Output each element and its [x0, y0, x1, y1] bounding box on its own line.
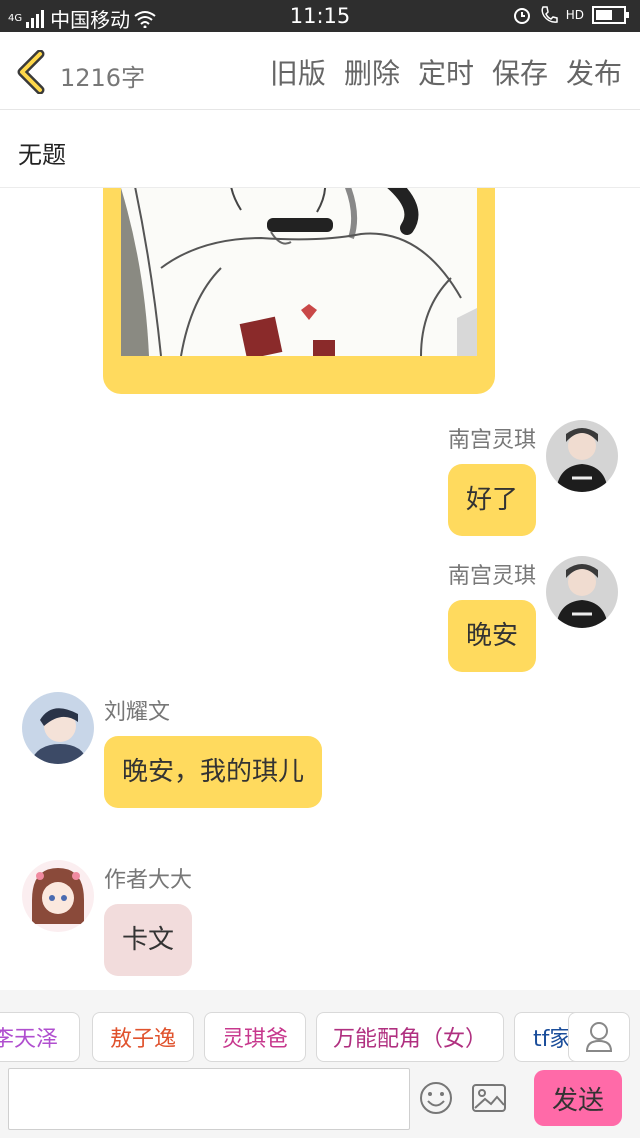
message-bubble[interactable]: 晚安，我的琪儿: [104, 736, 323, 808]
message-left: 作者大大 卡文: [22, 860, 193, 976]
message-bubble[interactable]: 晚安: [447, 600, 536, 672]
role-label: 敖子逸: [109, 1027, 176, 1052]
role-label: 灵琪爸: [221, 1027, 288, 1052]
publish-button[interactable]: 发布: [566, 52, 622, 92]
picture-icon: [472, 1084, 506, 1112]
message-bubble[interactable]: 卡文: [104, 904, 193, 976]
send-button[interactable]: 发送: [534, 1070, 622, 1126]
avatar[interactable]: [546, 420, 618, 492]
role-label: 李天泽: [0, 1027, 58, 1052]
role-label: 万能配角（女）: [332, 1027, 487, 1052]
editor-toolbar: 1216字 旧版 删除 定时 保存 发布: [0, 32, 640, 110]
anime-illustration-image: [121, 188, 477, 356]
sender-name: 刘耀文: [104, 700, 171, 725]
call-icon: [541, 6, 558, 23]
alarm-icon: [513, 8, 530, 24]
compose-bar: 发送: [0, 1066, 640, 1138]
status-bar: 4G 中国移动 11:15 HD: [0, 0, 640, 32]
character-avatar-image: [22, 692, 94, 764]
message-right: 南宫灵琪 晚安: [447, 556, 618, 672]
author-avatar-image: [22, 860, 94, 932]
hd-badge: HD: [565, 8, 584, 22]
character-avatar-image: [546, 420, 618, 492]
word-count: 1216字: [60, 64, 146, 92]
sender-name: 南宫灵琪: [447, 428, 536, 453]
smiley-icon: [420, 1082, 452, 1114]
role-chip[interactable]: 灵琪爸: [204, 1012, 306, 1062]
chat-area[interactable]: 南宫灵琪 好了 南宫灵琪 晚安 刘耀文 晚安，我的琪儿 作者大大 卡文: [0, 188, 640, 990]
message-input[interactable]: [8, 1068, 410, 1130]
toolbar-actions: 旧版 删除 定时 保存 发布: [270, 52, 622, 92]
avatar[interactable]: [22, 692, 94, 764]
add-role-button[interactable]: [568, 1012, 630, 1062]
message-left: 刘耀文 晚安，我的琪儿: [22, 692, 323, 808]
message-right: 南宫灵琪 好了: [447, 420, 618, 536]
sender-name: 南宫灵琪: [447, 564, 536, 589]
image-button[interactable]: [470, 1080, 508, 1116]
status-right: HD: [512, 5, 630, 25]
character-avatar-image: [546, 556, 618, 628]
battery-icon: [592, 6, 629, 24]
image-message[interactable]: [103, 188, 495, 394]
emoji-button[interactable]: [418, 1080, 454, 1116]
back-button[interactable]: [12, 49, 52, 95]
sender-name: 作者大大: [104, 868, 193, 893]
avatar[interactable]: [22, 860, 94, 932]
delete-button[interactable]: 删除: [344, 52, 400, 92]
story-title-field[interactable]: 无题: [0, 110, 640, 188]
old-version-button[interactable]: 旧版: [270, 52, 326, 92]
schedule-button[interactable]: 定时: [418, 52, 474, 92]
role-chip[interactable]: 敖子逸: [92, 1012, 194, 1062]
avatar[interactable]: [546, 556, 618, 628]
role-selector: 李天泽 敖子逸 灵琪爸 万能配角（女） tf家: [0, 990, 640, 1066]
role-label: tf家: [533, 1027, 572, 1052]
message-bubble[interactable]: 好了: [447, 464, 536, 536]
role-chip[interactable]: 万能配角（女）: [316, 1012, 504, 1062]
role-chip[interactable]: 李天泽: [0, 1012, 80, 1062]
chevron-left-icon: [17, 49, 45, 95]
user-icon: [585, 1022, 613, 1052]
save-button[interactable]: 保存: [492, 52, 548, 92]
story-title: 无题: [18, 141, 66, 169]
